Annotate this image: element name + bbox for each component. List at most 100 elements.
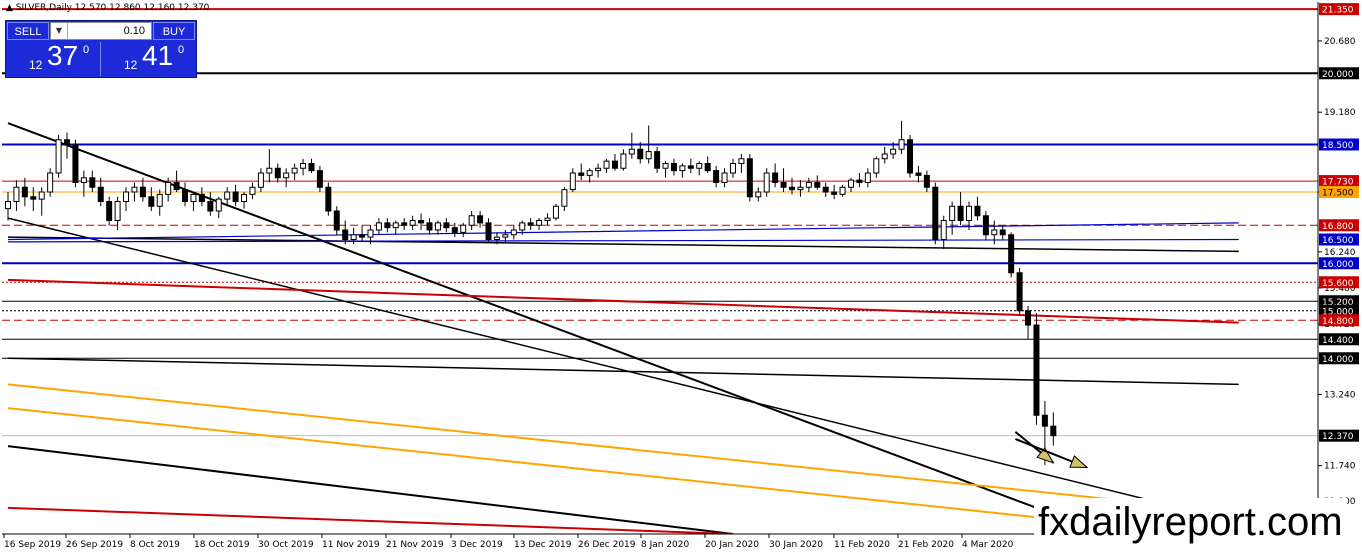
price-tag-label: 16.000 (1322, 260, 1354, 270)
candle-body (13, 186, 20, 202)
price-tick-label: 19.180 (1324, 108, 1356, 118)
price-tick-label: 16.240 (1324, 248, 1356, 258)
candle-body (797, 186, 804, 191)
price-tag-label: 17.500 (1322, 189, 1354, 199)
candle-body (224, 191, 231, 200)
symbol-header: ▲ SILVER,Daily 12.570 12.860 12.160 12.3… (6, 3, 209, 13)
candle-body (831, 191, 838, 195)
candle-body (1025, 310, 1032, 326)
ohlc-close: 12.370 (177, 3, 210, 13)
candle-body (746, 158, 753, 198)
candle-body (915, 172, 922, 176)
candle-body (738, 158, 745, 164)
candle-body (569, 172, 576, 191)
ohlc-high: 12.860 (109, 3, 141, 13)
candle-body (443, 222, 450, 229)
candle-body (148, 196, 155, 207)
candle-body (300, 163, 307, 169)
sell-price-main: 37 (47, 40, 79, 71)
price-tick-label: 11.740 (1324, 462, 1356, 472)
price-tag-label: 14.800 (1322, 317, 1354, 327)
candle-body (670, 163, 677, 172)
projection-arrows (1014, 431, 1089, 469)
buy-button[interactable]: BUY (153, 22, 195, 40)
candle-body (637, 148, 644, 160)
candle-body (907, 139, 914, 174)
time-tick-label: 11 Nov 2019 (322, 540, 380, 550)
candle-body (949, 205, 956, 221)
candle-body (241, 193, 248, 202)
candle-body (519, 222, 526, 231)
time-tick-label: 13 Dec 2019 (514, 540, 572, 550)
candle-body (468, 215, 475, 226)
candle-body (249, 186, 256, 195)
candle-body (620, 153, 627, 169)
candle-body (215, 198, 222, 212)
candle-body (72, 144, 79, 183)
buy-price-fraction: 0 (178, 44, 185, 56)
candle-body (603, 160, 610, 169)
price-tag-label: 21.350 (1322, 6, 1354, 16)
collapse-triangle-icon[interactable]: ▲ (6, 3, 13, 13)
time-tick-label: 16 Sep 2019 (4, 540, 61, 550)
candle-body (47, 172, 54, 193)
candle-body (182, 189, 189, 202)
sell-price-prefix: 12 (29, 58, 43, 72)
trendlines (7, 122, 1239, 534)
candle-body (552, 205, 559, 219)
candle-body (401, 222, 408, 226)
sell-button[interactable]: SELL (7, 22, 49, 40)
price-chart[interactable]: 20.68019.18017.50016.24015.48014.72013.2… (0, 0, 1362, 554)
candle-body (1050, 425, 1057, 437)
candle-body (839, 186, 846, 195)
candle-body (595, 167, 602, 172)
candle-body (350, 234, 357, 240)
candle-body (342, 229, 349, 240)
lot-dropdown-icon[interactable]: ▼ (51, 23, 68, 39)
candle-body (384, 222, 391, 229)
candle-body (544, 217, 551, 221)
time-tick-label: 20 Jan 2020 (705, 540, 759, 550)
candle-body (662, 163, 669, 169)
candle-body (409, 220, 416, 226)
candle-body (628, 148, 635, 155)
candle-body (1033, 324, 1040, 416)
trendline (7, 122, 1105, 534)
buy-price[interactable]: 12 41 0 (102, 40, 195, 76)
candle-body (510, 229, 517, 236)
time-tick-label: 26 Dec 2019 (578, 540, 636, 550)
candles (5, 120, 1057, 466)
time-tick-label: 11 Feb 2020 (834, 540, 890, 550)
sell-price[interactable]: 12 37 0 (7, 40, 101, 76)
candle-body (89, 177, 96, 188)
candle-body (755, 191, 762, 198)
trendline (7, 357, 1239, 386)
candle-body (1008, 234, 1015, 274)
trendline (7, 383, 1239, 514)
buy-price-prefix: 12 (124, 58, 138, 72)
symbol-label: SILVER,Daily (15, 3, 72, 13)
candle-body (426, 222, 433, 231)
candle-body (64, 139, 71, 145)
candle-body (822, 186, 829, 193)
candle-body (772, 172, 779, 183)
candle-body (485, 222, 492, 240)
lot-size-field[interactable]: ▼ 0.10 (50, 22, 152, 40)
time-tick-label: 30 Oct 2019 (258, 540, 314, 550)
price-tag-label: 16.500 (1322, 236, 1354, 246)
candle-body (156, 193, 163, 207)
watermark: fxdailyreport.com (1034, 498, 1347, 546)
candle-body (38, 191, 45, 200)
candle-body (333, 210, 340, 231)
candle-body (704, 163, 711, 172)
price-tag-label: 14.400 (1322, 336, 1354, 346)
one-click-trade-panel: SELL ▼ 0.10 BUY 12 37 0 12 41 0 (5, 20, 197, 78)
buy-price-main: 41 (142, 40, 174, 71)
candle-body (123, 191, 130, 202)
candle-body (173, 182, 180, 191)
candle-body (80, 177, 87, 183)
time-tick-label: 18 Oct 2019 (194, 540, 250, 550)
candle-body (1041, 414, 1048, 427)
time-tick-label: 4 Mar 2020 (962, 540, 1014, 550)
candle-body (696, 163, 703, 169)
